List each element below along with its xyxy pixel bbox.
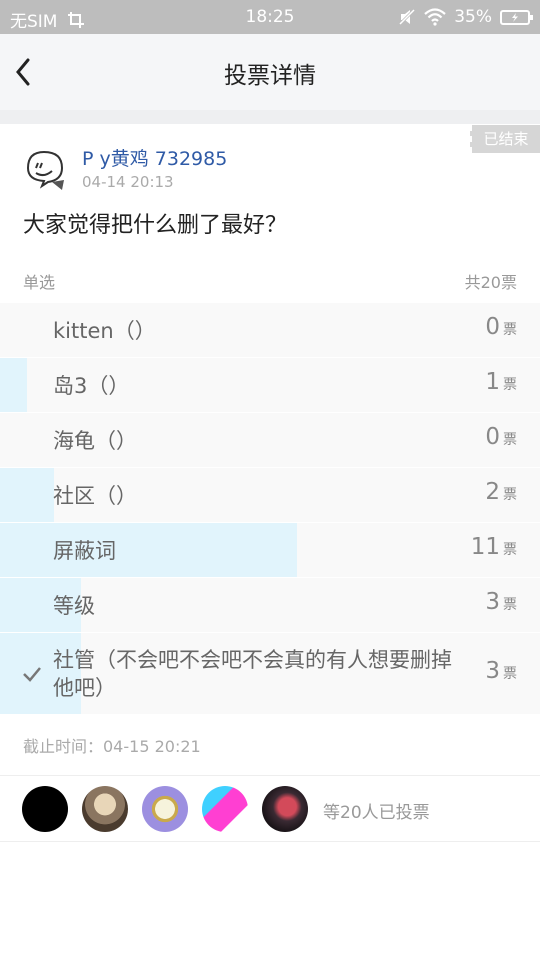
option-count: 1票 [485, 369, 517, 395]
option-label: 屏蔽词 [53, 539, 116, 563]
vote-type-label: 单选 [23, 273, 56, 292]
check-icon [23, 667, 41, 682]
option-count: 11 票 [470, 534, 517, 560]
poll-options: kitten（） 0票 岛3（） 1票 海龟（） 0票 社区（） 2票 屏蔽词 … [0, 303, 540, 715]
default-avatar-icon [26, 150, 64, 190]
option-count: 0票 [485, 424, 517, 450]
poll-option[interactable]: kitten（） 0票 [0, 303, 540, 358]
section-divider [0, 110, 540, 124]
option-label: kitten（） [53, 319, 156, 343]
option-label: 岛3（） [53, 374, 130, 398]
poll-option[interactable]: 屏蔽词 11 票 [0, 523, 540, 578]
option-label: 等级 [53, 594, 95, 618]
poll-question: 大家觉得把什么删了最好？ [23, 213, 288, 238]
vote-share-bar [0, 468, 54, 522]
wifi-icon [424, 8, 446, 26]
voters-summary[interactable]: 等20人已投票 [323, 798, 430, 823]
poll-option-selected[interactable]: 社管（不会吧不会吧不会真的有人想要删掉他吧） 3票 [0, 633, 540, 715]
option-count: 2票 [485, 479, 517, 505]
status-bar: 无SIM 18:25 35% [0, 0, 540, 34]
total-votes: 共20票 [464, 273, 517, 292]
option-count: 3票 [485, 658, 517, 684]
poll-option[interactable]: 岛3（） 1票 [0, 358, 540, 413]
poster-name[interactable]: P y黄鸡 732985 [82, 144, 227, 171]
option-count: 3票 [485, 589, 517, 615]
status-right: 35% [398, 7, 533, 27]
option-label: 社管（不会吧不会吧不会真的有人想要删掉他吧） [53, 648, 452, 700]
vote-share-bar [0, 358, 27, 412]
option-label: 海龟（） [53, 429, 137, 453]
voter-avatar[interactable] [142, 786, 188, 832]
voter-avatar[interactable] [82, 786, 128, 832]
option-count: 0票 [485, 314, 517, 340]
poll-option[interactable]: 社区（） 2票 [0, 468, 540, 523]
deadline-text: 截止时间：04-15 20:21 [23, 737, 201, 756]
silent-mode-icon [399, 8, 416, 26]
voter-avatar[interactable] [202, 786, 248, 832]
poll-option[interactable]: 等级 3票 [0, 578, 540, 633]
voter-avatar[interactable] [262, 786, 308, 832]
poll-option[interactable]: 海龟（） 0票 [0, 413, 540, 468]
divider [0, 775, 540, 776]
voter-avatar[interactable] [22, 786, 68, 832]
voter-list[interactable]: 等20人已投票 [0, 786, 540, 832]
battery-percent: 35% [454, 7, 492, 27]
battery-icon [500, 9, 533, 25]
vote-share-bar [0, 523, 297, 577]
divider [0, 841, 540, 842]
option-label: 社区（） [53, 484, 137, 508]
avatar[interactable] [20, 146, 68, 194]
nav-bar: 投票详情 [0, 34, 540, 110]
status-badge: 已结束 [470, 125, 540, 153]
post-timestamp: 04-14 20:13 [82, 173, 174, 191]
page-title: 投票详情 [224, 63, 316, 89]
